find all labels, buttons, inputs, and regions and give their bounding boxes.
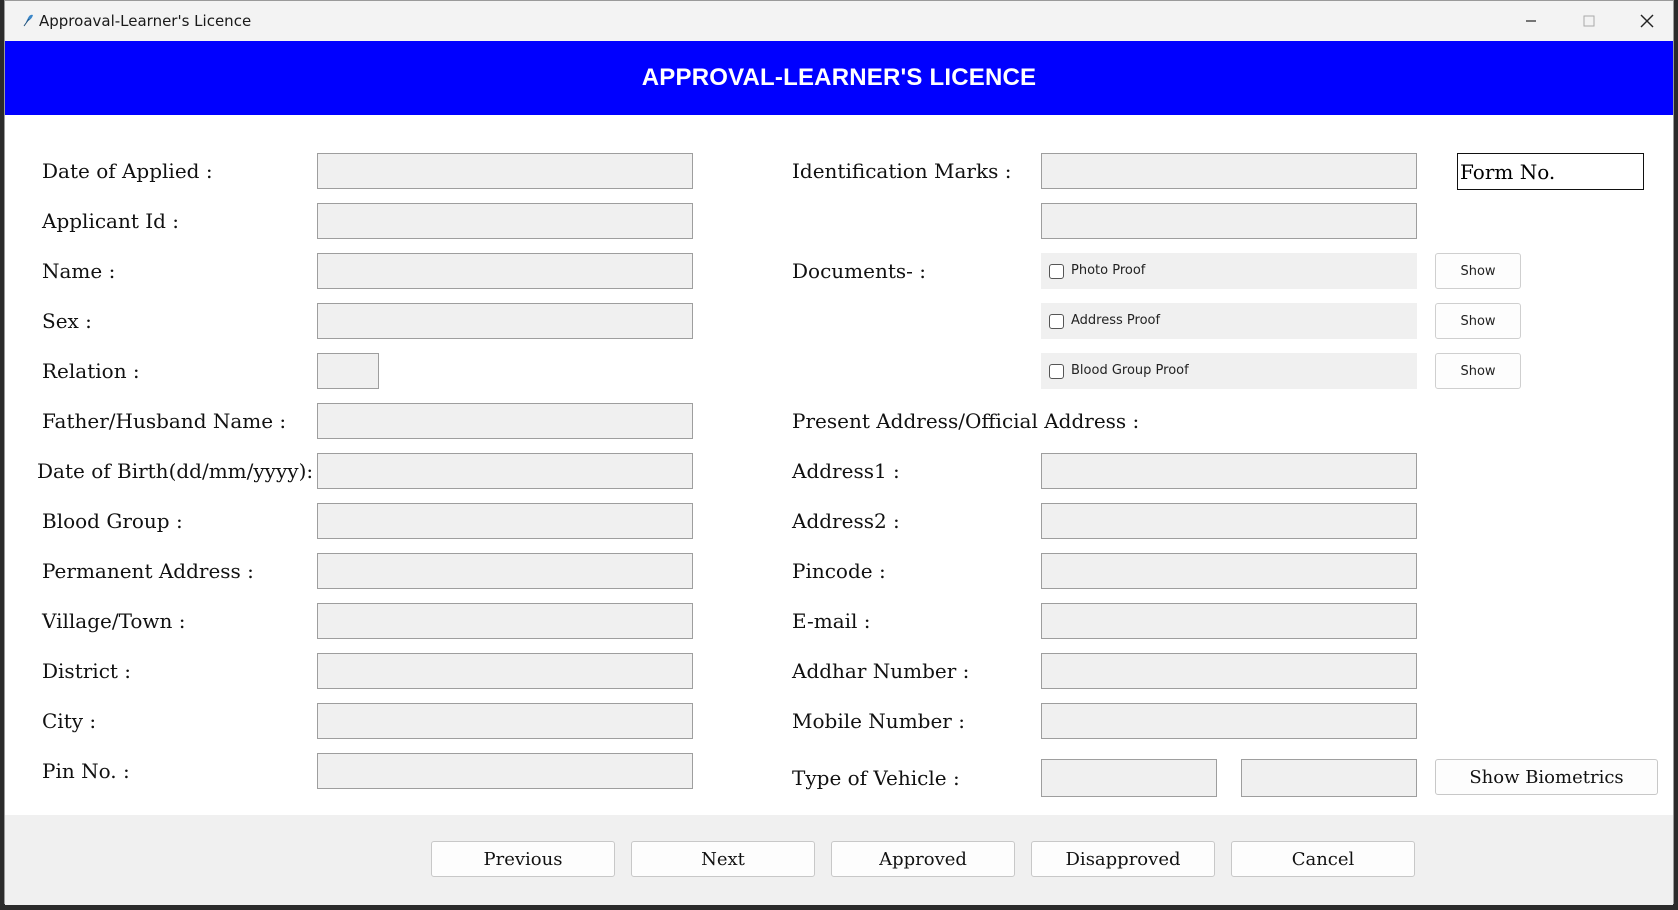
- identification-marks-field-2[interactable]: [1041, 203, 1417, 239]
- district-field[interactable]: [317, 653, 693, 689]
- label-identification-marks: Identification Marks :: [792, 159, 1012, 183]
- label-relation: Relation :: [42, 359, 140, 383]
- show-address-proof-button[interactable]: Show: [1435, 303, 1521, 339]
- cancel-button[interactable]: Cancel: [1231, 841, 1415, 877]
- label-addhar-number: Addhar Number :: [792, 659, 970, 683]
- close-icon: [1640, 14, 1654, 28]
- identification-marks-field-1[interactable]: [1041, 153, 1417, 189]
- date-of-applied-field[interactable]: [317, 153, 693, 189]
- photo-proof-checkbox[interactable]: [1049, 264, 1064, 279]
- mobile-number-field[interactable]: [1041, 703, 1417, 739]
- disapproved-button[interactable]: Disapproved: [1031, 841, 1215, 877]
- page-header: APPROVAL-LEARNER'S LICENCE: [5, 41, 1673, 115]
- page-title: APPROVAL-LEARNER'S LICENCE: [641, 64, 1037, 91]
- label-type-of-vehicle: Type of Vehicle :: [792, 766, 960, 790]
- label-documents: Documents- :: [792, 259, 926, 283]
- label-father-husband-name: Father/Husband Name :: [42, 409, 287, 433]
- blood-group-proof-label: Blood Group Proof: [1071, 363, 1189, 378]
- addhar-number-field[interactable]: [1041, 653, 1417, 689]
- label-name: Name :: [42, 259, 116, 283]
- minimize-icon: [1526, 20, 1536, 22]
- maximize-icon: [1583, 15, 1595, 27]
- address1-field[interactable]: [1041, 453, 1417, 489]
- label-address1: Address1 :: [792, 459, 900, 483]
- label-address2: Address2 :: [792, 509, 900, 533]
- permanent-address-field[interactable]: [317, 553, 693, 589]
- show-photo-proof-button[interactable]: Show: [1435, 253, 1521, 289]
- address2-field[interactable]: [1041, 503, 1417, 539]
- label-blood-group: Blood Group :: [42, 509, 183, 533]
- label-pincode: Pincode :: [792, 559, 886, 583]
- close-button[interactable]: [1618, 1, 1676, 41]
- next-button[interactable]: Next: [631, 841, 815, 877]
- blood-group-proof-checkbox[interactable]: [1049, 364, 1064, 379]
- maximize-button[interactable]: [1560, 1, 1618, 41]
- sex-field[interactable]: [317, 303, 693, 339]
- label-date-of-applied: Date of Applied :: [42, 159, 213, 183]
- relation-field[interactable]: [317, 353, 379, 389]
- vehicle-type-field-1[interactable]: [1041, 759, 1217, 797]
- feather-icon: [23, 14, 33, 28]
- label-city: City :: [42, 709, 97, 733]
- blood-group-field[interactable]: [317, 503, 693, 539]
- window-title: Approaval-Learner's Licence: [39, 12, 252, 30]
- father-husband-name-field[interactable]: [317, 403, 693, 439]
- document-row-blood-group-proof: Blood Group Proof: [1041, 353, 1417, 389]
- label-present-address: Present Address/Official Address :: [792, 409, 1140, 433]
- app-window: Approaval-Learner's Licence APPROVAL-LEA…: [4, 0, 1674, 905]
- applicant-id-field[interactable]: [317, 203, 693, 239]
- show-blood-group-proof-button[interactable]: Show: [1435, 353, 1521, 389]
- photo-proof-label: Photo Proof: [1071, 263, 1146, 278]
- previous-button[interactable]: Previous: [431, 841, 615, 877]
- document-row-photo-proof: Photo Proof: [1041, 253, 1417, 289]
- form-no-field[interactable]: Form No.: [1457, 153, 1644, 190]
- name-field[interactable]: [317, 253, 693, 289]
- email-field[interactable]: [1041, 603, 1417, 639]
- label-sex: Sex :: [42, 309, 92, 333]
- label-permanent-address: Permanent Address :: [42, 559, 254, 583]
- city-field[interactable]: [317, 703, 693, 739]
- pin-no-field[interactable]: [317, 753, 693, 789]
- date-of-birth-field[interactable]: [317, 453, 693, 489]
- pincode-field[interactable]: [1041, 553, 1417, 589]
- label-applicant-id: Applicant Id :: [42, 209, 180, 233]
- label-village-town: Village/Town :: [42, 609, 186, 633]
- address-proof-checkbox[interactable]: [1049, 314, 1064, 329]
- address-proof-label: Address Proof: [1071, 313, 1161, 328]
- label-pin-no: Pin No. :: [42, 759, 130, 783]
- show-biometrics-button[interactable]: Show Biometrics: [1435, 759, 1658, 795]
- village-town-field[interactable]: [317, 603, 693, 639]
- document-row-address-proof: Address Proof: [1041, 303, 1417, 339]
- vehicle-type-field-2[interactable]: [1241, 759, 1417, 797]
- minimize-button[interactable]: [1502, 1, 1560, 41]
- label-date-of-birth: Date of Birth(dd/mm/yyyy):: [37, 459, 314, 483]
- approved-button[interactable]: Approved: [831, 841, 1015, 877]
- label-district: District :: [42, 659, 132, 683]
- label-mobile-number: Mobile Number :: [792, 709, 965, 733]
- title-bar: Approaval-Learner's Licence: [5, 1, 1673, 41]
- label-email: E-mail :: [792, 609, 871, 633]
